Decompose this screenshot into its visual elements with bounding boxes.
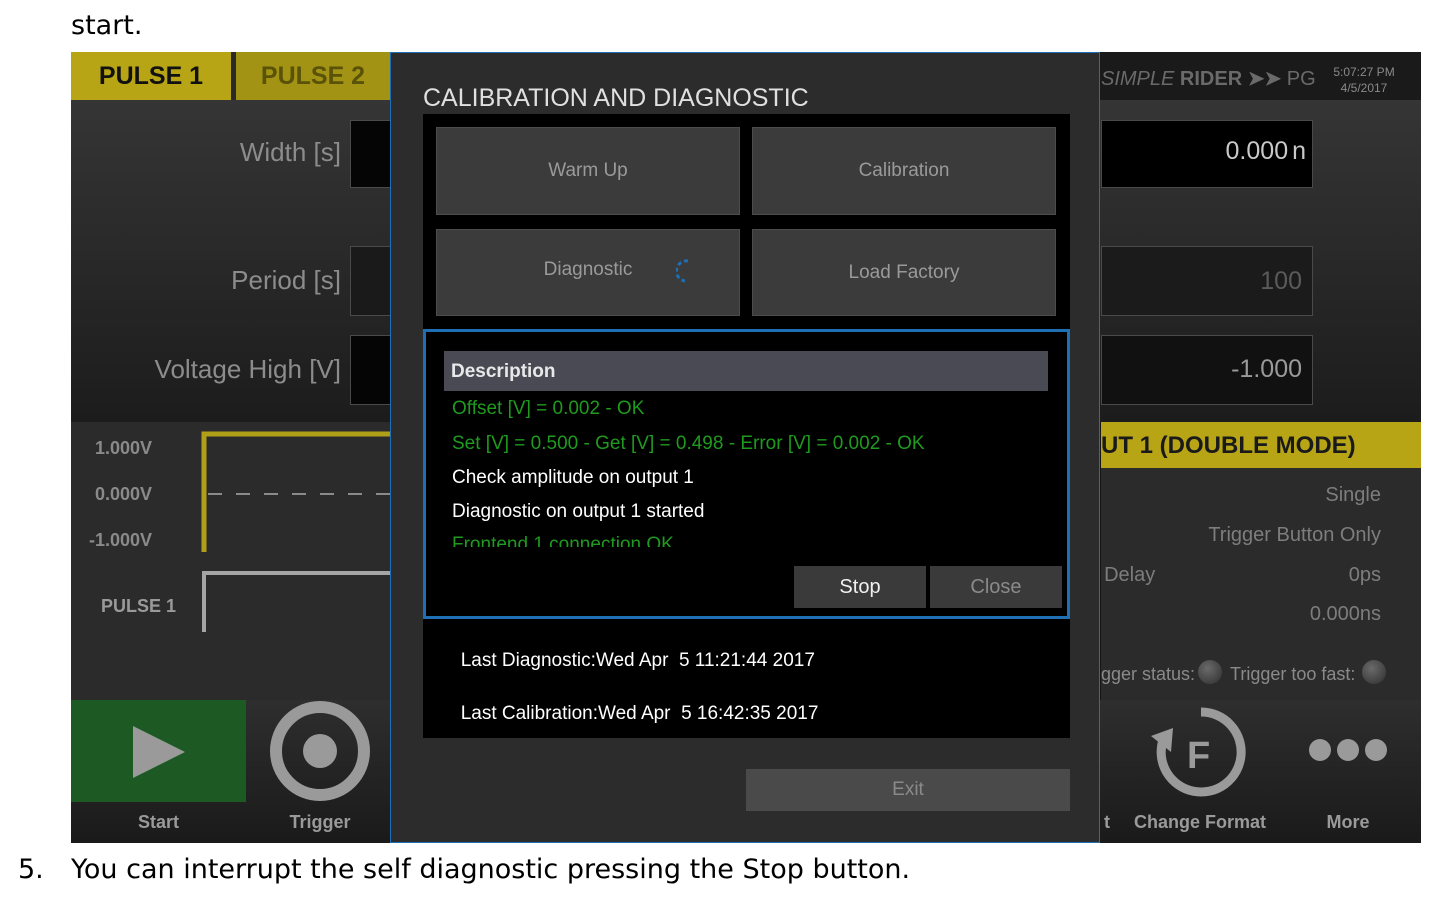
- change-format-button[interactable]: F: [1151, 706, 1251, 798]
- step-number: 5.: [18, 854, 44, 885]
- mode-value[interactable]: Single: [1325, 484, 1381, 507]
- tab-pulse-2[interactable]: PULSE 2: [236, 52, 390, 100]
- output-banner-text: UT 1 (DOUBLE MODE): [1101, 432, 1356, 459]
- more-dots-icon: [1309, 739, 1387, 761]
- load-factory-button[interactable]: Load Factory: [752, 229, 1056, 316]
- width-ns-value[interactable]: 0.000ns: [1310, 603, 1381, 626]
- more-button[interactable]: [1303, 730, 1393, 770]
- width-label: Width [s]: [239, 137, 341, 167]
- pulse-1-label: PULSE 1: [101, 596, 177, 616]
- period-field-right[interactable]: 100: [1101, 246, 1313, 316]
- stop-button[interactable]: Stop: [794, 566, 926, 608]
- start-button[interactable]: [71, 700, 246, 802]
- trigger-button[interactable]: [266, 700, 374, 802]
- loading-spinner-icon: [676, 259, 689, 283]
- log-header-label: Description: [451, 361, 556, 382]
- voltage-field-right[interactable]: -1.000: [1101, 335, 1313, 405]
- log-line: Check amplitude on output 1: [452, 467, 694, 488]
- trigger-status-led-icon: [1198, 660, 1222, 684]
- level-high: 1.000V: [95, 438, 153, 458]
- more-label: More: [1326, 812, 1370, 832]
- svg-text:F: F: [1187, 735, 1210, 777]
- play-icon: [133, 726, 185, 778]
- clock-time: 5:07:27 PM: [1333, 65, 1395, 79]
- calibration-dialog: CALIBRATION AND DIAGNOSTIC Warm Up Calib…: [390, 52, 1100, 843]
- dialog-title: CALIBRATION AND DIAGNOSTIC: [423, 84, 809, 112]
- log-line: Frontend 1 connection OK: [452, 534, 674, 547]
- trigger-label: Trigger: [289, 812, 351, 832]
- exit-button[interactable]: Exit: [746, 769, 1070, 811]
- last-calibration-value: Wed Apr 5 16:42:35 2017: [597, 703, 819, 724]
- partial-label: t: [1104, 812, 1110, 832]
- last-diagnostic-label: Last Diagnostic:: [460, 650, 596, 671]
- delay-value[interactable]: 0ps: [1349, 564, 1381, 587]
- brand-logo: SIMPLE RIDER ➤➤ PG: [1101, 66, 1316, 91]
- last-calibration: Last Calibration:Wed Apr 5 16:42:35 2017: [429, 681, 819, 747]
- calibration-button[interactable]: Calibration: [752, 127, 1056, 215]
- width-unit: n: [1292, 137, 1306, 165]
- width-field-right[interactable]: 0.000 n: [1101, 120, 1313, 188]
- clock-date: 4/5/2017: [1340, 81, 1388, 95]
- period-label: Period [s]: [231, 265, 341, 295]
- step-text: You can interrupt the self diagnostic pr…: [71, 854, 911, 885]
- app-screenshot: PULSE 1 PULSE 2 SIMPLE RIDER ➤➤ PG 5:07:…: [71, 52, 1421, 843]
- brand-simple: SIMPLE: [1101, 68, 1175, 90]
- log-line: Diagnostic on output 1 started: [452, 501, 705, 522]
- doc-line-top: start.: [71, 10, 143, 41]
- pulse-1-output-trace: [202, 571, 390, 632]
- close-button[interactable]: Close: [930, 566, 1062, 608]
- last-calibration-label: Last Calibration:: [460, 703, 598, 724]
- trigger-mode-value[interactable]: Trigger Button Only: [1208, 524, 1381, 547]
- last-diagnostic-value: Wed Apr 5 11:21:44 2017: [595, 650, 815, 671]
- trigger-fast-led-icon: [1362, 660, 1386, 684]
- brand-rider: RIDER: [1179, 68, 1243, 90]
- waveform-plot: [201, 431, 390, 632]
- change-format-icon: F: [1151, 707, 1246, 797]
- voltage-value: -1.000: [1231, 355, 1302, 383]
- brand-arrows-icon: ➤➤: [1247, 68, 1282, 90]
- delay-label: : Delay: [1093, 564, 1156, 586]
- level-zero: 0.000V: [95, 484, 153, 504]
- log-line: Offset [V] = 0.002 - OK: [452, 398, 645, 419]
- warm-up-button[interactable]: Warm Up: [436, 127, 740, 215]
- start-label: Start: [137, 812, 179, 832]
- diagnostic-label: Diagnostic: [543, 258, 633, 280]
- voltage-high-label: Voltage High [V]: [154, 354, 341, 384]
- diagnostic-log-panel: Description Offset [V] = 0.002 - OK Set …: [423, 329, 1070, 619]
- clock: 5:07:27 PM 4/5/2017: [1329, 64, 1399, 96]
- change-format-label: Change Format: [1133, 812, 1266, 832]
- period-value: 100: [1260, 267, 1302, 295]
- level-low: -1.000V: [89, 530, 153, 550]
- tab-pulse-1[interactable]: PULSE 1: [71, 52, 231, 100]
- trigger-fast-label: Trigger too fast:: [1230, 664, 1356, 684]
- width-value: 0.000: [1225, 137, 1289, 165]
- brand-suffix: PG: [1286, 68, 1316, 90]
- log-lines-viewport[interactable]: Offset [V] = 0.002 - OK Set [V] = 0.500 …: [444, 392, 1048, 547]
- trigger-status-label: gger status:: [1101, 664, 1196, 684]
- trigger-target-icon: [270, 701, 370, 801]
- log-line: Set [V] = 0.500 - Get [V] = 0.498 - Erro…: [452, 433, 925, 454]
